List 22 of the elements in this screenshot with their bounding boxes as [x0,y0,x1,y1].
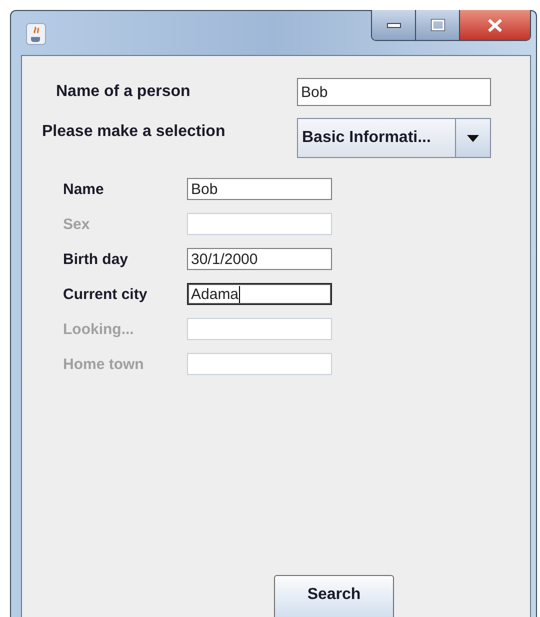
input-field[interactable]: 30/1/2000 [187,248,332,270]
close-icon [488,18,502,32]
input-field[interactable]: Bob [297,78,491,106]
close-button[interactable] [459,10,530,40]
maximize-button[interactable] [415,10,459,40]
field-label: Sex [63,216,91,232]
maximize-icon [430,19,444,31]
input-field[interactable]: Adama [187,283,332,305]
field-label: Birth day [63,250,130,268]
caret-down-icon [467,134,479,142]
minimize-icon [386,22,400,28]
field-label: Looking... [63,320,135,338]
dropdown[interactable]: Basic Informati... [297,118,491,158]
field-label: Current city [63,286,148,302]
field-label: Please make a selection [42,123,226,141]
search-button[interactable]: Search [274,575,394,617]
field-label: Home town [63,356,145,372]
minimize-button[interactable] [372,10,415,40]
coffee-cup-icon [26,23,46,45]
input-field[interactable]: Bob [187,178,332,200]
field-label: Name of a person [56,83,192,101]
field-label: Name [63,180,105,198]
